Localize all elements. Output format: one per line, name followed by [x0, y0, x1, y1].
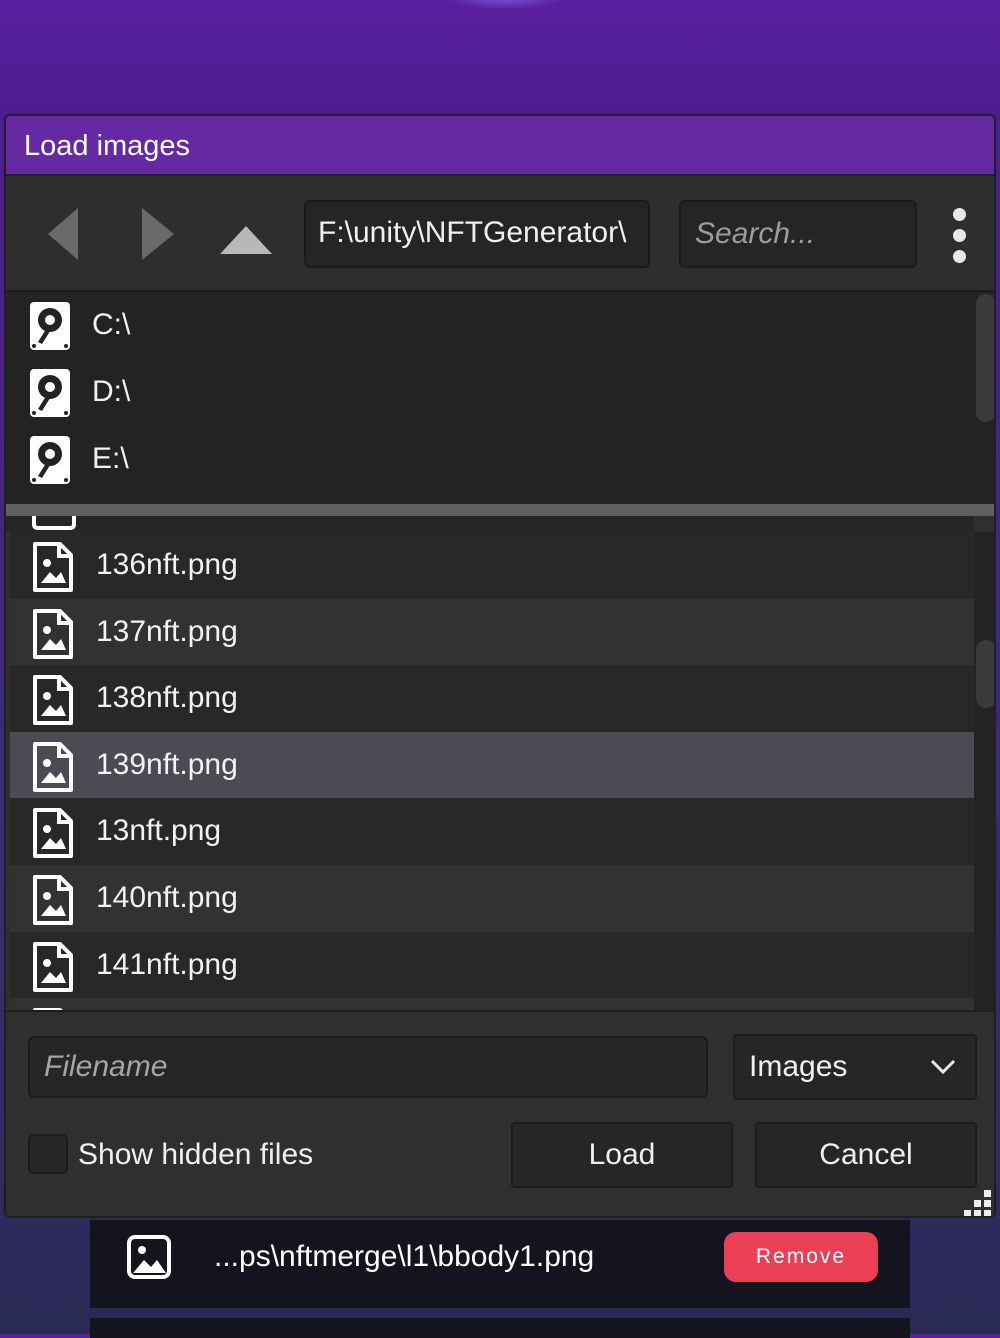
file-item[interactable]: 140nft.png [10, 864, 974, 932]
file-icon [32, 516, 76, 530]
drive-scrollbar[interactable] [974, 292, 994, 506]
resize-grip-icon[interactable] [962, 1188, 994, 1218]
image-file-icon [33, 675, 73, 726]
drive-label: D:\ [92, 375, 131, 408]
file-scrollbar[interactable] [974, 532, 994, 1010]
file-type-value: Images [749, 1050, 848, 1083]
image-file-icon [33, 741, 73, 792]
up-arrow-icon[interactable] [216, 206, 276, 262]
show-hidden-label[interactable]: Show hidden files [78, 1138, 313, 1172]
image-file-icon [33, 608, 73, 659]
image-file-icon [33, 874, 73, 925]
load-button[interactable]: Load [511, 1122, 733, 1188]
pane-divider[interactable] [6, 504, 994, 516]
image-list-item-next [90, 1318, 910, 1338]
more-options-icon[interactable] [944, 206, 974, 266]
file-item[interactable]: 13nft.png [10, 798, 974, 865]
file-item-partial[interactable] [10, 998, 974, 1010]
scrollbar-thumb[interactable] [976, 640, 994, 708]
back-arrow-icon[interactable] [36, 206, 96, 262]
file-item[interactable]: 138nft.png [10, 665, 974, 732]
drive-list: C:\ D:\ E:\ [6, 292, 974, 506]
file-label: 138nft.png [96, 681, 238, 715]
forward-arrow-icon[interactable] [128, 206, 188, 262]
file-item[interactable]: 136nft.png [10, 532, 974, 599]
file-item[interactable]: 137nft.png [10, 598, 974, 666]
drive-item[interactable]: E:\ [6, 426, 974, 493]
dialog-titlebar[interactable]: Load images [6, 116, 994, 176]
file-label: 136nft.png [96, 548, 238, 581]
image-path: ...ps\nftmerge\l1\bbody1.png [214, 1240, 595, 1273]
file-label: 140nft.png [96, 880, 238, 914]
file-list: 136nft.png 137nft.png 138nft.png 139nft.… [10, 532, 974, 1010]
image-file-icon [33, 941, 73, 992]
drive-item[interactable]: D:\ [6, 359, 974, 426]
filename-input[interactable] [28, 1036, 708, 1098]
dialog-title: Load images [24, 130, 191, 162]
hard-drive-icon [30, 302, 70, 350]
chevron-down-icon [930, 1059, 956, 1075]
file-type-dropdown[interactable]: Images [733, 1034, 977, 1100]
search-input[interactable] [679, 200, 917, 268]
hard-drive-icon [30, 436, 70, 484]
remove-button[interactable]: Remove [724, 1232, 878, 1282]
file-label: 137nft.png [96, 614, 238, 648]
partial-row [6, 516, 974, 532]
file-item[interactable]: 141nft.png [10, 931, 974, 999]
scrollbar-thumb[interactable] [976, 294, 994, 422]
file-item-selected[interactable]: 139nft.png [10, 731, 974, 799]
background-glow [440, 0, 570, 10]
load-images-dialog: Load images F:\unity\NFTGenerator\ C:\ [4, 114, 996, 1218]
drive-label: C:\ [92, 308, 131, 341]
image-list-item: ...ps\nftmerge\l1\bbody1.png Remove [90, 1220, 910, 1308]
dialog-toolbar: F:\unity\NFTGenerator\ [6, 176, 994, 292]
drive-label: E:\ [92, 442, 129, 475]
image-file-icon [33, 808, 73, 859]
show-hidden-checkbox[interactable] [28, 1134, 68, 1174]
file-label: 13nft.png [96, 814, 222, 848]
drive-item[interactable]: C:\ [6, 292, 974, 359]
file-label: 141nft.png [96, 947, 238, 981]
dialog-footer: Images Show hidden files Load Cancel [6, 1010, 994, 1218]
path-field[interactable]: F:\unity\NFTGenerator\ [304, 200, 650, 268]
hard-drive-icon [30, 369, 70, 417]
cancel-button[interactable]: Cancel [755, 1122, 977, 1188]
image-icon [127, 1235, 171, 1279]
image-file-icon [33, 542, 73, 592]
file-label: 139nft.png [96, 747, 238, 781]
